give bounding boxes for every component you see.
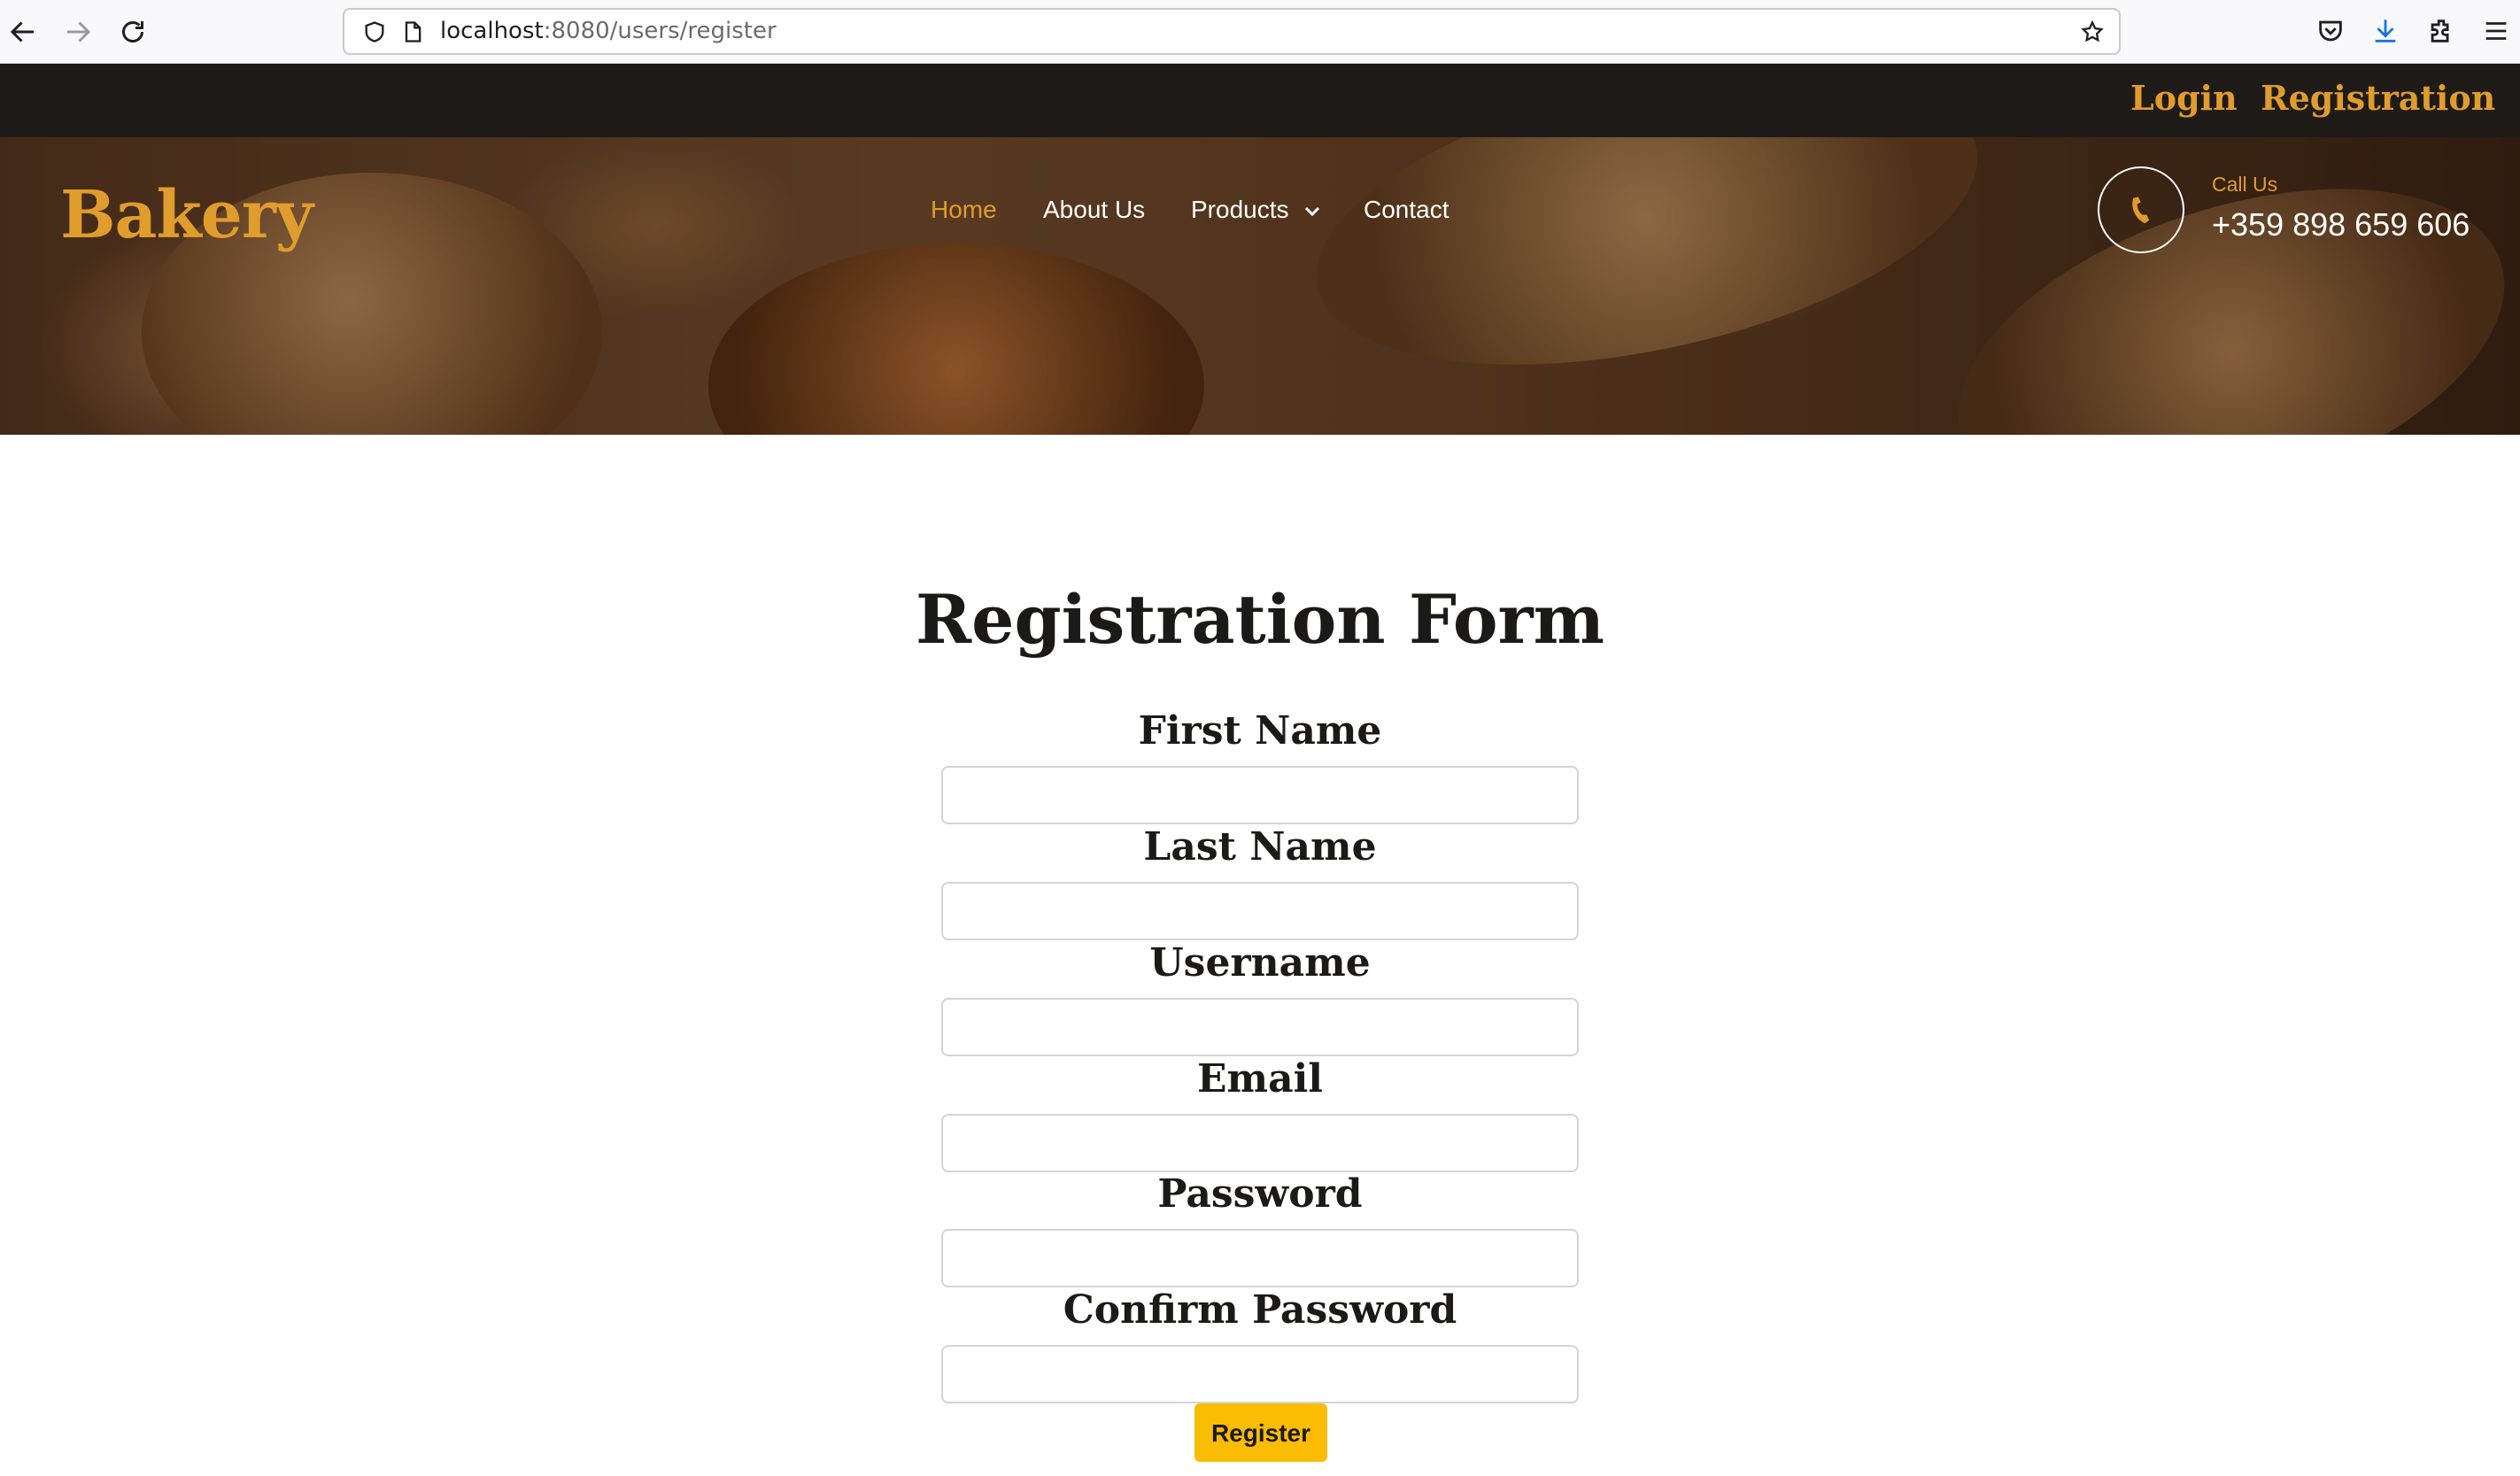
download-icon[interactable] xyxy=(2370,16,2400,46)
last-name-label: Last Name xyxy=(1143,824,1377,869)
nav-about-us[interactable]: About Us xyxy=(1043,196,1145,224)
extensions-icon[interactable] xyxy=(2426,16,2456,46)
password-label: Password xyxy=(1157,1171,1363,1217)
username-label: Username xyxy=(1149,940,1371,985)
first-name-input[interactable] xyxy=(941,766,1579,824)
nav-home[interactable]: Home xyxy=(931,196,997,224)
bookmark-star-icon[interactable] xyxy=(2080,19,2105,44)
call-us-label: Call Us xyxy=(2212,173,2278,196)
last-name-input[interactable] xyxy=(941,882,1579,940)
shield-icon[interactable] xyxy=(362,19,387,44)
brand-logo[interactable]: Bakery xyxy=(60,177,313,253)
phone-number[interactable]: +359 898 659 606 xyxy=(2212,206,2470,243)
address-bar[interactable]: localhost:8080/users/register xyxy=(343,8,2121,55)
forward-icon[interactable] xyxy=(62,16,94,48)
confirm-password-input[interactable] xyxy=(941,1345,1579,1403)
first-name-label: First Name xyxy=(1138,708,1382,753)
login-link[interactable]: Login xyxy=(2130,64,2238,133)
hero-header: Bakery Home About Us Products Contact Ca… xyxy=(0,137,2520,435)
password-input[interactable] xyxy=(941,1229,1579,1287)
chevron-down-icon[interactable] xyxy=(1303,205,1321,219)
register-button[interactable]: Register xyxy=(1194,1403,1327,1462)
page-icon[interactable] xyxy=(400,19,425,44)
pocket-icon[interactable] xyxy=(2315,16,2346,46)
username-input[interactable] xyxy=(941,998,1579,1056)
url-text[interactable]: localhost:8080/users/register xyxy=(440,10,777,53)
top-auth-bar: Login Registration xyxy=(0,64,2520,137)
browser-toolbar: localhost:8080/users/register xyxy=(0,0,2520,64)
reload-icon[interactable] xyxy=(117,16,149,48)
nav-contact[interactable]: Contact xyxy=(1364,196,1449,224)
url-path: :8080/users/register xyxy=(543,18,777,44)
phone-icon xyxy=(2132,197,2150,224)
menu-hamburger-icon[interactable] xyxy=(2481,16,2511,46)
page-title: Registration Form xyxy=(915,580,1605,659)
confirm-password-label: Confirm Password xyxy=(1063,1287,1457,1333)
phone-button[interactable] xyxy=(2098,166,2184,253)
nav-products[interactable]: Products xyxy=(1191,196,1289,224)
registration-link[interactable]: Registration xyxy=(2261,64,2495,133)
email-input[interactable] xyxy=(941,1114,1579,1172)
email-label: Email xyxy=(1196,1056,1324,1101)
url-host: localhost xyxy=(440,18,544,44)
back-icon[interactable] xyxy=(7,16,39,48)
